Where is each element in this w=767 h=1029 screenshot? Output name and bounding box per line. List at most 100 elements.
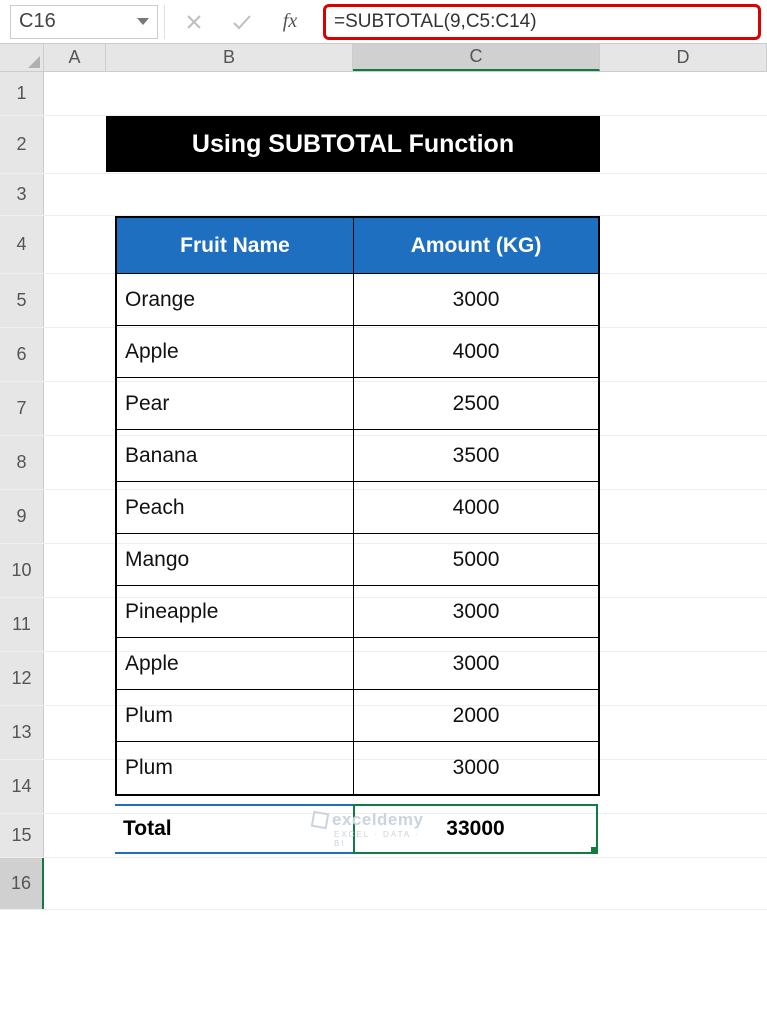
formula-input[interactable]: =SUBTOTAL(9,C5:C14)	[323, 4, 761, 40]
col-head-D[interactable]: D	[600, 44, 767, 71]
fruit-amount[interactable]: 2000	[354, 690, 598, 741]
fruit-name[interactable]: Orange	[117, 274, 354, 325]
cell-A7[interactable]	[44, 382, 106, 435]
cell-D14[interactable]	[600, 760, 767, 813]
cell-D16[interactable]	[600, 858, 767, 909]
fruit-amount[interactable]: 2500	[354, 378, 598, 429]
row-head-8[interactable]: 8	[0, 436, 44, 489]
cell-A6[interactable]	[44, 328, 106, 381]
sheet-area: 1 2 3 4 5 6 7 8 9 10 11 12 13 14 15 16 U…	[0, 72, 767, 910]
fruit-name[interactable]: Apple	[117, 326, 354, 377]
total-row: Total 33000	[115, 804, 600, 854]
cell-D9[interactable]	[600, 490, 767, 543]
fruit-name[interactable]: Mango	[117, 534, 354, 585]
chevron-down-icon[interactable]	[137, 18, 149, 25]
row-head-6[interactable]: 6	[0, 328, 44, 381]
cell-A11[interactable]	[44, 598, 106, 651]
fruit-name[interactable]: Banana	[117, 430, 354, 481]
cell-B16[interactable]	[106, 858, 353, 909]
fruit-name[interactable]: Peach	[117, 482, 354, 533]
row-head-1[interactable]: 1	[0, 72, 44, 115]
row-head-4[interactable]: 4	[0, 216, 44, 273]
row-head-13[interactable]: 13	[0, 706, 44, 759]
total-label[interactable]: Total	[115, 804, 353, 854]
cell-A16[interactable]	[44, 858, 106, 909]
row-head-10[interactable]: 10	[0, 544, 44, 597]
cell-C16[interactable]	[353, 858, 600, 909]
cell-A1[interactable]	[44, 72, 106, 115]
active-cell-C16[interactable]: 33000	[353, 804, 598, 854]
select-all-corner[interactable]	[0, 44, 44, 71]
cell-D11[interactable]	[600, 598, 767, 651]
col-head-A[interactable]: A	[44, 44, 106, 71]
cell-D12[interactable]	[600, 652, 767, 705]
cell-D4[interactable]	[600, 216, 767, 273]
cell-A14[interactable]	[44, 760, 106, 813]
cell-A5[interactable]	[44, 274, 106, 327]
cancel-icon[interactable]	[171, 5, 217, 39]
row-head-3[interactable]: 3	[0, 174, 44, 215]
cell-D7[interactable]	[600, 382, 767, 435]
fruit-name[interactable]: Apple	[117, 638, 354, 689]
cell-A15[interactable]	[44, 814, 106, 857]
row-head-7[interactable]: 7	[0, 382, 44, 435]
fruit-amount[interactable]: 4000	[354, 482, 598, 533]
cell-D5[interactable]	[600, 274, 767, 327]
cell-B3[interactable]	[106, 174, 353, 215]
row-head-11[interactable]: 11	[0, 598, 44, 651]
cell-D1[interactable]	[600, 72, 767, 115]
cell-C3[interactable]	[353, 174, 600, 215]
cell-A12[interactable]	[44, 652, 106, 705]
cell-D6[interactable]	[600, 328, 767, 381]
table-row: Mango5000	[117, 534, 598, 586]
cell-D8[interactable]	[600, 436, 767, 489]
cell-D13[interactable]	[600, 706, 767, 759]
table-row: Plum2000	[117, 690, 598, 742]
cell-D10[interactable]	[600, 544, 767, 597]
cell-A2[interactable]	[44, 116, 106, 173]
name-box-value: C16	[19, 10, 137, 33]
row-head-15[interactable]: 15	[0, 814, 44, 857]
formula-bar-controls: fx	[164, 5, 313, 39]
cell-C1[interactable]	[353, 72, 600, 115]
row-head-14[interactable]: 14	[0, 760, 44, 813]
fruit-amount[interactable]: 3000	[354, 586, 598, 637]
fruit-amount[interactable]: 3000	[354, 274, 598, 325]
cell-A9[interactable]	[44, 490, 106, 543]
cell-A3[interactable]	[44, 174, 106, 215]
table-row: Peach4000	[117, 482, 598, 534]
row-head-12[interactable]: 12	[0, 652, 44, 705]
cell-D2[interactable]	[600, 116, 767, 173]
col-head-B[interactable]: B	[106, 44, 353, 71]
fruit-amount[interactable]: 3000	[354, 638, 598, 689]
fruit-name[interactable]: Plum	[117, 742, 354, 794]
fruit-name[interactable]: Plum	[117, 690, 354, 741]
cell-A13[interactable]	[44, 706, 106, 759]
fruit-amount[interactable]: 5000	[354, 534, 598, 585]
fruit-name[interactable]: Pear	[117, 378, 354, 429]
insert-function-button[interactable]: fx	[267, 5, 313, 39]
cell-D3[interactable]	[600, 174, 767, 215]
cell-D15[interactable]	[600, 814, 767, 857]
cell-A8[interactable]	[44, 436, 106, 489]
row-head-2[interactable]: 2	[0, 116, 44, 173]
row-head-16[interactable]: 16	[0, 858, 44, 909]
name-box[interactable]: C16	[10, 5, 158, 39]
formula-text: =SUBTOTAL(9,C5:C14)	[334, 11, 537, 33]
fruit-amount[interactable]: 3500	[354, 430, 598, 481]
fruit-amount[interactable]: 4000	[354, 326, 598, 377]
fruit-amount[interactable]: 3000	[354, 742, 598, 794]
row-head-9[interactable]: 9	[0, 490, 44, 543]
row-head-5[interactable]: 5	[0, 274, 44, 327]
formula-bar: C16 fx =SUBTOTAL(9,C5:C14)	[0, 0, 767, 44]
cell-A4[interactable]	[44, 216, 106, 273]
fruit-name[interactable]: Pineapple	[117, 586, 354, 637]
col-head-C[interactable]: C	[353, 44, 600, 71]
cell-B1[interactable]	[106, 72, 353, 115]
column-headers: A B C D	[0, 44, 767, 72]
row-1: 1	[0, 72, 767, 116]
cell-A10[interactable]	[44, 544, 106, 597]
enter-icon[interactable]	[219, 5, 265, 39]
page-title: Using SUBTOTAL Function	[106, 116, 600, 172]
table-row: Pear2500	[117, 378, 598, 430]
